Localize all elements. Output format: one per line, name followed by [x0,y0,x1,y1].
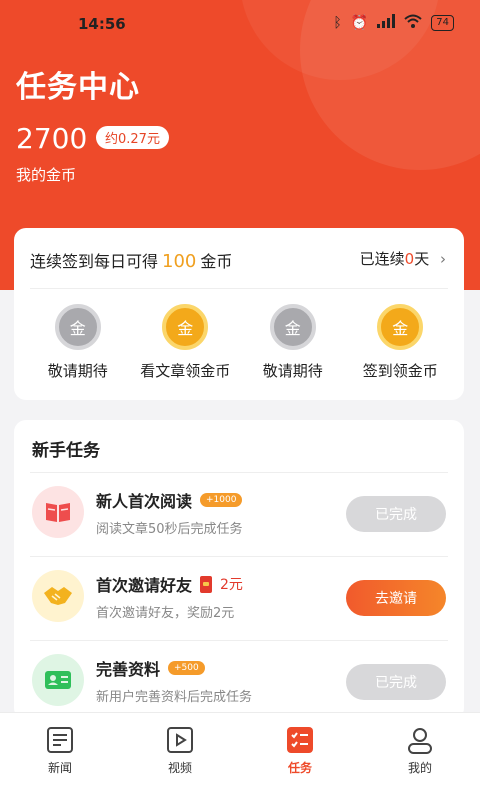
signin-text-suffix: 金币 [200,252,233,271]
reward-badge: +1000 [200,493,243,507]
task-description: 阅读文章50秒后完成任务 [96,522,243,537]
tab-news[interactable]: 新闻 [0,713,120,801]
streak-suffix: 天 [414,250,430,268]
coin-balance: 2700 [16,122,88,155]
reward-amount: 2元 [220,577,243,593]
wifi-icon [404,14,422,32]
coin-label: 我的金币 [16,166,77,184]
signin-item[interactable]: 金 签到领金币 [347,304,455,381]
task-completed-button[interactable]: 已完成 [346,496,446,532]
task-description: 首次邀请好友，奖励2元 [96,606,235,621]
handshake-icon [32,570,84,622]
signin-item[interactable]: 金 敬请期待 [24,304,132,381]
coin-medal-icon: 金 [377,304,424,350]
task-title-text: 首次邀请好友 [96,576,193,595]
tab-label: 视频 [167,761,192,775]
task-title: 完善资料 +500 [96,656,205,680]
alarm-icon: ⏰ [350,15,369,31]
signin-item[interactable]: 金 看文章领金币 [132,304,240,381]
signin-item-label: 敬请期待 [47,362,108,380]
task-completed-button[interactable]: 已完成 [346,664,446,700]
task-title: 首次邀请好友 2元 [96,572,243,596]
tab-profile[interactable]: 我的 [360,713,480,801]
yuan-value-badge: 约0.27元 [96,126,169,149]
profile-icon [405,725,435,755]
tab-video[interactable]: 视频 [120,713,240,801]
task-title-text: 完善资料 [96,660,161,679]
task-item: 新人首次阅读 +1000 阅读文章50秒后完成任务 已完成 [14,472,464,556]
task-title-text: 新人首次阅读 [96,492,193,511]
task-description: 新用户完善资料后完成任务 [96,690,253,705]
status-bar: 14:56 ᛒ ⏰ 74 [0,0,480,48]
signin-card: 连续签到每日可得 100 金币 已连续0天 › 金 敬请期待 金 看文章领金币 金 … [14,228,464,400]
divider [30,288,448,289]
signin-amount: 100 [162,251,197,272]
streak-days: 0 [404,250,415,268]
signal-icon [377,14,396,32]
news-icon [45,725,75,755]
streak-prefix: 已连续 [359,250,405,268]
signin-item-label: 敬请期待 [262,362,323,380]
signin-items: 金 敬请期待 金 看文章领金币 金 敬请期待 金 签到领金币 [14,304,464,381]
signin-headline: 连续签到每日可得 100 金币 [30,248,232,272]
tab-label: 新闻 [47,761,72,775]
status-icons: ᛒ ⏰ 74 [333,14,454,32]
tab-tasks[interactable]: 任务 [240,713,360,801]
signin-streak-link[interactable]: 已连续0天 › [360,248,446,269]
coin-medal-icon: 金 [162,304,209,350]
page-title: 任务中心 [16,70,140,105]
signin-item[interactable]: 金 敬请期待 [239,304,347,381]
chevron-right-icon: › [440,250,446,268]
signin-text-prefix: 连续签到每日可得 [30,252,159,271]
bluetooth-icon: ᛒ [333,15,342,31]
task-title: 新人首次阅读 +1000 [96,488,243,512]
tasks-heading: 新手任务 [32,441,100,461]
newbie-tasks-card: 新手任务 新人首次阅读 +1000 阅读文章50秒后完成任务 已完成 首次邀请好… [14,420,464,720]
battery-icon: 74 [431,15,454,31]
video-icon [165,725,195,755]
coin-medal-icon: 金 [269,304,316,350]
bottom-tab-bar: 新闻 视频 任务 我的 [0,712,480,801]
status-time: 14:56 [78,15,126,33]
invite-button[interactable]: 去邀请 [346,580,446,616]
red-envelope-icon [200,575,213,593]
signin-item-label: 签到领金币 [362,362,438,380]
coin-medal-icon: 金 [54,304,101,350]
task-item: 首次邀请好友 2元 首次邀请好友，奖励2元 去邀请 [14,556,464,640]
signin-item-label: 看文章领金币 [140,362,231,380]
reward-badge: +500 [168,661,205,675]
tab-label: 任务 [287,761,312,775]
book-icon [32,486,84,538]
id-card-icon [32,654,84,706]
tab-label: 我的 [407,761,432,775]
task-icon [285,725,315,755]
